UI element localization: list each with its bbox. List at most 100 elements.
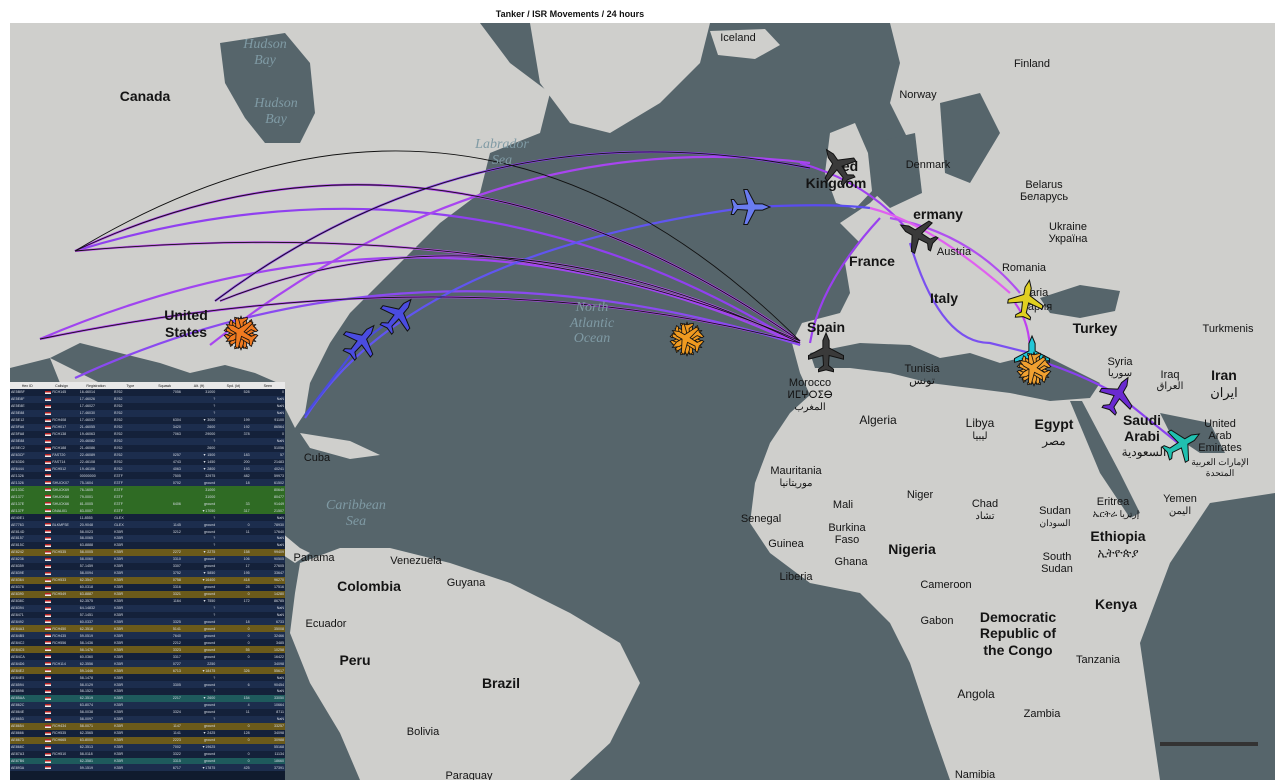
table-cell: 79-0001 bbox=[78, 493, 114, 501]
table-row[interactable]: AE8242 RCH535 58-0005 K35R 2272 ▼ 2275 158 994… bbox=[10, 548, 285, 556]
table-cell: 0 bbox=[216, 750, 251, 758]
table-cell: ▼ 2425 bbox=[181, 729, 217, 737]
callsign: SHUCK07 bbox=[51, 480, 69, 485]
table-row[interactable]: AE1326 SHUCK07 75-1604 E3TF 0702 ground 18 615… bbox=[10, 479, 285, 487]
table-cell: 60-0318 bbox=[78, 583, 114, 591]
column-header[interactable]: Alt. (ft) bbox=[181, 382, 217, 389]
table-row[interactable]: AE8471 57-1451 K35R? NaN bbox=[10, 611, 285, 619]
column-header[interactable]: Type bbox=[113, 382, 148, 389]
table-row[interactable]: AE84D6 RCH114 62-3556 K35R 0727 2250 34098 bbox=[10, 660, 285, 668]
table-row[interactable]: AE5EC2 RCH188 21-46086 B762 2600 51056 bbox=[10, 444, 285, 452]
table-row[interactable]: AE5FA6 RCH017 21-46055 B762 3420 2600 192 8656… bbox=[10, 423, 285, 431]
table-row[interactable]: AE838C 62-3575 K35R 1164 ▼ 7550 172 86785 bbox=[10, 597, 285, 605]
table-row[interactable]: AE8673 RCH665 63-8000 K35R 2223 ground 0 30988 bbox=[10, 736, 285, 744]
table-cell bbox=[44, 535, 79, 542]
table-row[interactable]: AE5FA8 RCH138 19-46063 B762 7063 29000 378 0 bbox=[10, 430, 285, 438]
table-row[interactable]: AE8390 RCH549 63-8887 K35R 3321 ground 0 14280 bbox=[10, 590, 285, 598]
table-row[interactable]: AE8666 RCH535 62-3565 K35R 1141 ▼ 2425 128 340… bbox=[10, 729, 285, 737]
column-header[interactable]: Hex ID bbox=[10, 382, 45, 389]
table-row[interactable]: AE84E5 58-1478 K35R? NaN bbox=[10, 674, 285, 682]
column-header[interactable]: Squawk bbox=[147, 382, 182, 389]
table-cell: RCH549 bbox=[44, 590, 79, 598]
table-row[interactable]: AE1377 SHUCK68 79-0001 E3TF 31000 80477 bbox=[10, 493, 285, 501]
table-row[interactable]: AE8594 58-0129 K35R 3305 ground 6 90454 bbox=[10, 681, 285, 688]
table-row[interactable]: AE868C 62-3513 K35R 7002 ▼19625 55168 bbox=[10, 743, 285, 751]
table-cell: 11 bbox=[216, 708, 251, 716]
table-row[interactable]: AE133C SHUCK69 76-1605 E3TF 31000 80640 bbox=[10, 486, 285, 494]
table-row[interactable]: AE87B6 62-3581 K35R 3315 ground 0 18660 bbox=[10, 757, 285, 765]
table-row[interactable]: AE8157 58-0065 K35R? NaN bbox=[10, 535, 285, 542]
table-row[interactable]: AE87A3 RCH510 58-0118 K35R 3322 ground 0 11134 bbox=[10, 750, 285, 758]
country-label: Gabon bbox=[920, 615, 953, 627]
table-cell: NaN bbox=[250, 715, 285, 723]
column-header[interactable]: Registration bbox=[78, 382, 114, 389]
column-header[interactable]: Callsign bbox=[44, 382, 79, 389]
table-cell: AE8492 bbox=[10, 618, 45, 626]
table-row[interactable]: AE6444 RCH512 19-46106 B762 4063 ▼ 2800 193 40… bbox=[10, 465, 285, 473]
table-cell: 17-46026 bbox=[78, 395, 114, 403]
sea-label: Caribbean bbox=[326, 498, 386, 513]
table-row[interactable]: AE862C 63-8074 K35R ground 4 10664 bbox=[10, 701, 285, 709]
table-cell: B762 bbox=[113, 444, 148, 452]
us-flag-icon bbox=[45, 599, 52, 603]
table-cell: 11134 bbox=[250, 750, 285, 758]
table-cell: AE8394 bbox=[10, 604, 45, 612]
table-cell: 3316 bbox=[147, 583, 182, 591]
table-cell: ? bbox=[181, 715, 217, 723]
table-cell: ground bbox=[181, 618, 217, 626]
table-cell: RCH435 bbox=[44, 632, 79, 640]
callsign: SHUCK68 bbox=[51, 494, 69, 499]
table-row[interactable]: AE864E 58-0038 K35R 3324 ground 11 8711 bbox=[10, 708, 285, 716]
table-row[interactable]: AE8492 60-0337 K35R 3325 ground 18 6733 bbox=[10, 618, 285, 626]
table-row[interactable]: AE839E 58-0094 K35R 3752 ▼ 5850 195 33647 bbox=[10, 569, 285, 577]
country-label: Libya bbox=[966, 416, 995, 430]
table-cell: 3310 bbox=[147, 555, 182, 563]
table-row[interactable]: AE814D 58-0023 K35R 3212 ground 11 17640 bbox=[10, 528, 285, 536]
table-row[interactable]: AE5E88 17-46030 B762? NaN bbox=[10, 409, 285, 417]
table-row[interactable]: AE8653 58-0097 K35R? NaN bbox=[10, 715, 285, 723]
callsign: RCH408 bbox=[51, 418, 67, 423]
table-row[interactable]: AE8654 RCH434 58-0071 K35R 1147 ground 0 33257 bbox=[10, 722, 285, 730]
us-flag-icon bbox=[45, 613, 52, 617]
table-row[interactable]: AE84C2 RCH556 58-1436 K35R 2212 ground 0 3485 bbox=[10, 639, 285, 647]
table-cell: K35R bbox=[113, 694, 148, 702]
table-row[interactable]: AE7763 BLKMP3E 20-9048 GLEX 1145 ground 0 7893… bbox=[10, 521, 285, 529]
table-row[interactable]: AE63CF FAST20 22-46089 B762 0257 ▼ 1500 183 57 bbox=[10, 451, 285, 459]
table-row[interactable]: AE893A 59-1519 K35R 6717 ▼17875 425 37391 bbox=[10, 764, 285, 772]
table-row[interactable]: AE8378 60-0318 K35R 3316 ground 28 17516 bbox=[10, 583, 285, 591]
table-cell bbox=[44, 694, 79, 702]
table-row[interactable]: AE5BBF RCH145 16-46014 B762 7056 31000 528 0 bbox=[10, 389, 285, 396]
table-cell: K35R bbox=[113, 541, 148, 549]
table-row[interactable]: AE40E1 11-8555 GLEX? NaN bbox=[10, 514, 285, 522]
table-row[interactable]: AE137F DNALI01 83-0007 E3TF ▼17050 317 21507 bbox=[10, 507, 285, 515]
table-row[interactable]: AE5E88 20-46082 B762? NaN bbox=[10, 437, 285, 445]
table-row[interactable]: AE1326 00000000 E3TF 7505 32975 482 59973 bbox=[10, 472, 285, 480]
table-row[interactable]: AE5E12 RCH408 17-46037 B762 6304 ▼ 3000 199 91… bbox=[10, 416, 285, 424]
table-row[interactable]: AE8394 64-14832 K35R? NaN bbox=[10, 604, 285, 612]
table-cell: B762 bbox=[113, 389, 148, 396]
table-row[interactable]: AE84C5 58-1476 K35R 3323 ground 55 10258 bbox=[10, 646, 285, 654]
country-label: ኤርትራ إرتريا bbox=[1093, 509, 1139, 520]
table-row[interactable]: AE8359 57-1459 K35R 3307 ground 17 27605 bbox=[10, 562, 285, 570]
table-cell: 32466 bbox=[250, 632, 285, 640]
table-row[interactable]: AE8598 58-1521 K35R? NaN bbox=[10, 687, 285, 695]
table-cell bbox=[216, 687, 251, 695]
callsign: RCH138 bbox=[51, 432, 67, 437]
table-row[interactable]: AE8236 58-0060 K35R 3310 ground 106 90505 bbox=[10, 555, 285, 563]
table-row[interactable]: AE8364 RCH533 62-3547 K35R 0758 ▼16400 418 962… bbox=[10, 576, 285, 584]
table-row[interactable]: AE137E SHUCK66 81-0005 E3TF 6406 ground 33 914… bbox=[10, 500, 285, 508]
table-row[interactable]: AE5E8E 17-46027 B762? NaN bbox=[10, 402, 285, 410]
table-row[interactable]: AE5E8F 17-46026 B762? NaN bbox=[10, 395, 285, 403]
table-cell: 200 bbox=[216, 458, 251, 466]
table-row[interactable]: AE815C 63-8888 K35R? NaN bbox=[10, 541, 285, 549]
column-header[interactable]: Spd. (kt) bbox=[216, 382, 251, 389]
table-row[interactable]: AE84E2 59-1446 K35R 6713 ▼18475 326 55617 bbox=[10, 667, 285, 675]
table-row[interactable]: AE85AA 62-3519 K35R 2217 ▼ 2600 154 33050 bbox=[10, 694, 285, 702]
table-cell: K35R bbox=[113, 555, 148, 563]
table-row[interactable]: AE84B5 RCH435 59-0519 K35R 7640 ground 0 32466 bbox=[10, 632, 285, 640]
table-cell: K35R bbox=[113, 646, 148, 654]
table-row[interactable]: AE84A3 RCH450 62-3518 K35R 5141 ground 0 35008 bbox=[10, 625, 285, 633]
table-row[interactable]: AE84CA 60-0360 K35R 3317 ground 0 16422 bbox=[10, 653, 285, 661]
column-header[interactable]: Seen bbox=[250, 382, 285, 389]
table-row[interactable]: AE63D6 FAST14 22-46108 B762 4743 ▼ 1450 200 21… bbox=[10, 458, 285, 466]
